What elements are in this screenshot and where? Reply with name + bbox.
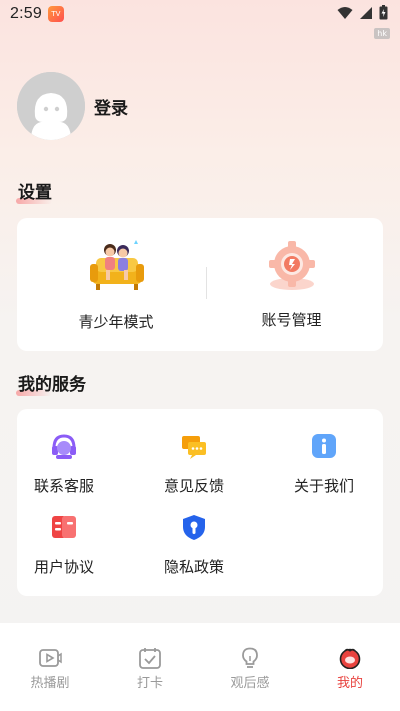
- tab-label: 打卡: [136, 676, 163, 691]
- calendar-check-icon: [139, 648, 161, 669]
- services-card: 联系客服 意见反馈 关于我们 用户协议 隐私政策: [17, 409, 383, 596]
- services-section-title: 我的服务: [16, 370, 86, 396]
- tab-label: 观后感: [230, 676, 270, 691]
- services-title-text: 我的服务: [18, 375, 86, 395]
- contact-service-button[interactable]: 联系客服: [4, 431, 124, 496]
- about-us-label: 关于我们: [293, 477, 354, 495]
- wifi-icon: [337, 6, 353, 19]
- status-bar: 2:59 TV: [0, 0, 400, 28]
- privacy-policy-label: 隐私政策: [163, 558, 224, 576]
- privacy-policy-button[interactable]: 隐私政策: [134, 512, 254, 577]
- feedback-chat-icon: [182, 436, 206, 459]
- headset-icon: [52, 434, 76, 459]
- status-time: 2:59: [10, 5, 42, 22]
- default-avatar-icon: [17, 72, 85, 140]
- avatar[interactable]: [17, 72, 85, 140]
- privacy-shield-icon: [183, 515, 205, 540]
- about-us-button[interactable]: 关于我们: [264, 431, 384, 496]
- profile-face-icon: [339, 648, 361, 669]
- tab-hot-drama[interactable]: 热播剧: [0, 623, 100, 711]
- bottom-tab-bar: 热播剧 打卡 观后感 我的: [0, 623, 400, 711]
- feedback-label: 意见反馈: [163, 477, 224, 495]
- tab-reviews[interactable]: 观后感: [200, 623, 300, 711]
- contact-service-label: 联系客服: [33, 477, 94, 495]
- lightbulb-icon: [242, 647, 258, 668]
- app-notification-icon: TV: [47, 6, 64, 22]
- video-icon: [39, 649, 62, 667]
- teen-mode-couch-icon: [90, 240, 144, 290]
- account-management-button[interactable]: 账号管理: [200, 218, 383, 351]
- info-icon: [312, 434, 336, 458]
- signal-icon: [360, 6, 372, 19]
- user-agreement-button[interactable]: 用户协议: [4, 512, 124, 577]
- teen-mode-label: 青少年模式: [78, 313, 154, 331]
- agreement-icon: [52, 516, 76, 538]
- user-agreement-label: 用户协议: [33, 558, 94, 576]
- tab-check-in[interactable]: 打卡: [100, 623, 200, 711]
- feedback-button[interactable]: 意见反馈: [134, 431, 254, 496]
- tab-label: 我的: [336, 676, 363, 691]
- settings-card: 青少年模式 账号管理: [17, 218, 383, 351]
- tab-label: 热播剧: [30, 676, 70, 691]
- battery-icon: [379, 5, 388, 20]
- settings-section-title: 设置: [16, 178, 52, 204]
- settings-title-text: 设置: [18, 183, 52, 203]
- status-indicators: [337, 5, 388, 20]
- account-gear-icon: [269, 241, 315, 290]
- teen-mode-button[interactable]: 青少年模式: [34, 218, 198, 351]
- login-label[interactable]: 登录: [94, 94, 128, 119]
- hd-badge: hk: [374, 28, 390, 39]
- account-management-label: 账号管理: [261, 311, 322, 329]
- profile-header[interactable]: 登录: [17, 72, 128, 140]
- tab-mine[interactable]: 我的: [300, 623, 400, 711]
